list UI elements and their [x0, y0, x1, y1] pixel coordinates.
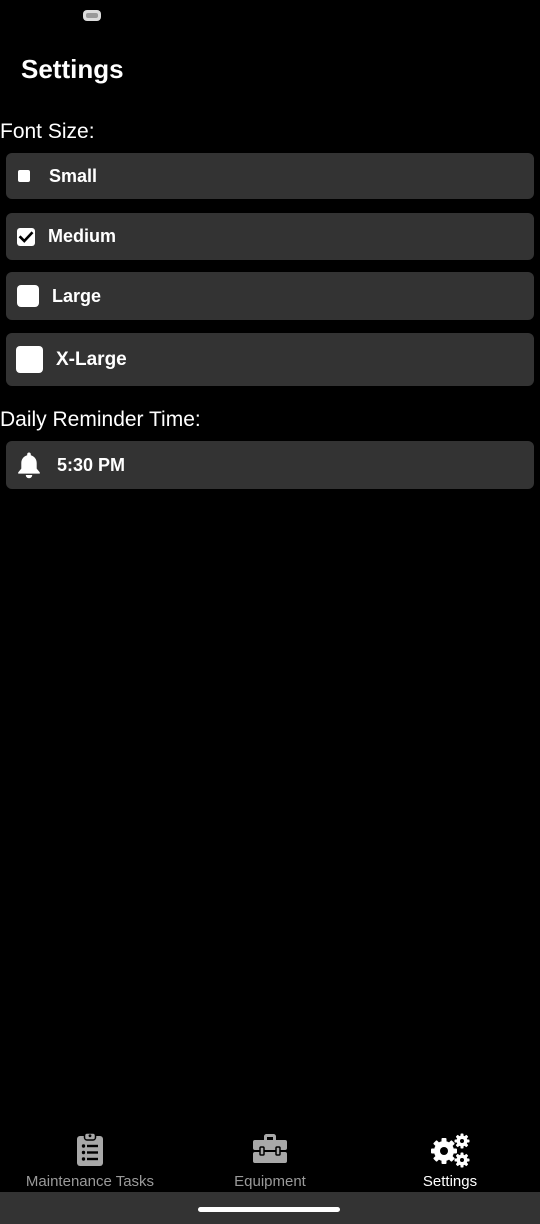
gears-icon [431, 1133, 470, 1168]
tab-label: Settings [422, 1173, 478, 1190]
font-size-option-x-large[interactable]: X-Large [6, 333, 534, 386]
reminder-time-value: 5:30 PM [57, 454, 126, 475]
bottom-tab-bar: Maintenance Tasks Equipment Settings [0, 1128, 540, 1192]
checkbox-unchecked-icon[interactable] [17, 285, 39, 307]
tab-settings[interactable]: Settings [360, 1128, 540, 1192]
reminder-time-button[interactable]: 5:30 PM [6, 441, 534, 489]
option-label: X-Large [56, 348, 127, 370]
checkmark-icon [18, 230, 34, 243]
clipboard-list-icon [77, 1132, 103, 1166]
option-label: Large [52, 285, 102, 306]
option-label: Medium [48, 226, 117, 246]
page-title: Settings [21, 54, 124, 84]
toolbox-icon [253, 1134, 287, 1163]
font-size-option-large[interactable]: Large [6, 272, 534, 320]
tab-label: Maintenance Tasks [25, 1173, 155, 1190]
notification-icon [83, 10, 101, 21]
home-indicator[interactable] [198, 1207, 340, 1212]
bell-icon [18, 452, 40, 479]
font-size-label: Font Size: [0, 120, 95, 143]
checkbox-checked-icon[interactable] [17, 227, 35, 246]
tab-equipment[interactable]: Equipment [180, 1128, 360, 1192]
font-size-option-medium[interactable]: Medium [6, 213, 534, 260]
option-label: Small [49, 165, 98, 186]
system-navigation-bar [0, 1192, 540, 1224]
tab-label: Equipment [234, 1173, 306, 1190]
font-size-option-small[interactable]: Small [6, 153, 534, 199]
checkbox-unchecked-icon[interactable] [18, 170, 30, 182]
checkbox-unchecked-icon[interactable] [16, 346, 43, 373]
tab-maintenance-tasks[interactable]: Maintenance Tasks [0, 1128, 180, 1192]
status-bar [0, 0, 540, 34]
daily-reminder-label: Daily Reminder Time: [0, 408, 201, 431]
